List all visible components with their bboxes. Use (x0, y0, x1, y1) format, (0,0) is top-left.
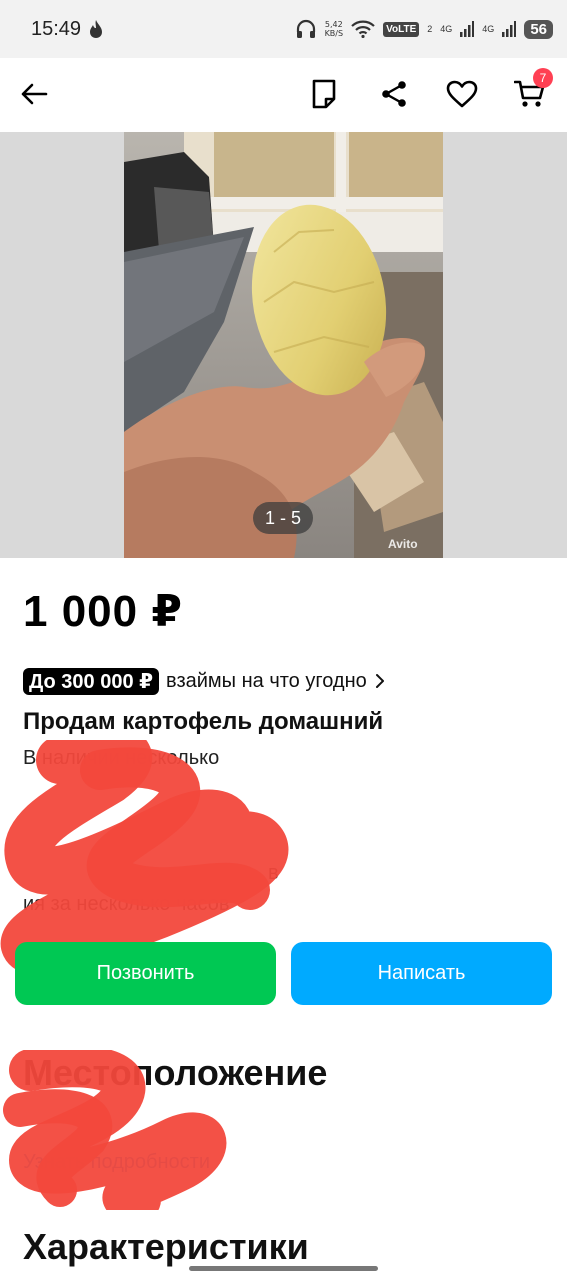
loan-amount-badge: До 300 000 ₽ (23, 667, 160, 695)
listing-title: Продам картофель домашний (23, 708, 384, 735)
home-indicator[interactable] (189, 1266, 378, 1271)
listing-description-line-3: ия за несколько часов (23, 893, 230, 915)
listing-description-line-1: В наличии несколько (23, 747, 220, 769)
redaction-scribble (0, 740, 288, 970)
net-speed-value: 5,42 (324, 20, 343, 29)
listing-description-line-2: в (268, 862, 279, 884)
call-button[interactable]: Позвонить (15, 942, 276, 1005)
favorite-button[interactable] (442, 74, 482, 114)
share-button[interactable] (374, 74, 414, 114)
net-speed: 5,42 KB/S (325, 20, 344, 38)
signal-1-icon (460, 21, 475, 37)
cart-button[interactable]: 7 (510, 68, 553, 114)
share-icon (382, 81, 406, 107)
back-button[interactable] (14, 74, 54, 114)
listing-photo[interactable] (124, 132, 443, 558)
note-button[interactable] (304, 74, 344, 114)
photo-counter: 1 - 5 (253, 502, 313, 534)
location-section-title: Местоположение (23, 1052, 328, 1093)
top-toolbar: 7 (0, 58, 567, 132)
signal-2-icon (502, 21, 517, 37)
headphones-icon (296, 19, 315, 38)
heart-icon (446, 80, 478, 108)
chevron-right-icon (375, 674, 384, 688)
location-details-link[interactable]: Узнать подробности (23, 1151, 210, 1174)
avito-watermark: Avito (388, 537, 418, 551)
status-bar: 15:49 5,42 KB/S VoLTE 2 4G 4G 56 (0, 0, 567, 58)
battery-level: 56 (524, 19, 553, 39)
loan-offer-text: взаймы на что угодно (166, 669, 367, 692)
message-button[interactable]: Написать (291, 942, 552, 1005)
volte-sim-label: 2 (427, 24, 433, 34)
net-speed-unit: KB/S (324, 29, 344, 38)
note-icon (312, 79, 336, 109)
flame-icon (90, 20, 102, 38)
photo-gallery[interactable]: Avito (0, 132, 567, 558)
signal-2-label: 4G (482, 24, 495, 34)
signal-1-label: 4G (440, 24, 453, 34)
characteristics-section-title: Характеристики (23, 1226, 309, 1267)
volte-badge: VoLTE (383, 21, 420, 37)
status-indicators: 5,42 KB/S VoLTE 2 4G 4G 56 (295, 16, 553, 42)
status-time: 15:49 (31, 18, 82, 40)
loan-offer-link[interactable]: До 300 000 ₽ взаймы на что угодно (23, 667, 385, 695)
arrow-left-icon (21, 83, 48, 105)
potato-photo-image (124, 132, 443, 558)
wifi-icon (351, 20, 375, 38)
cart-count-badge: 7 (533, 68, 553, 88)
listing-price: 1 000 ₽ (23, 587, 183, 636)
